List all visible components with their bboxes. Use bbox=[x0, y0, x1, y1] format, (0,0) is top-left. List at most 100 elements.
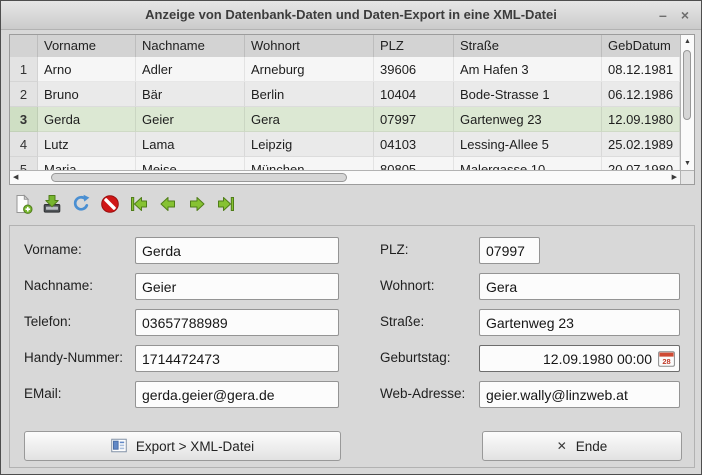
scroll-up-icon[interactable]: ▲ bbox=[681, 35, 694, 48]
webadresse-label: Web-Adresse: bbox=[380, 381, 465, 407]
new-record-button[interactable] bbox=[13, 192, 33, 216]
email-input[interactable] bbox=[135, 381, 339, 408]
refresh-button[interactable] bbox=[71, 192, 91, 216]
column-header-wohnort[interactable]: Wohnort bbox=[245, 35, 374, 57]
cell-strasse: Lessing-Allee 5 bbox=[454, 132, 602, 157]
ende-button[interactable]: ✕ Ende bbox=[482, 431, 682, 461]
scroll-left-icon[interactable]: ◀ bbox=[13, 171, 18, 184]
handy-input[interactable] bbox=[135, 345, 339, 372]
minimize-button[interactable]: – bbox=[659, 1, 667, 29]
cell-vorname: Gerda bbox=[38, 107, 136, 132]
new-record-icon bbox=[13, 194, 33, 214]
cell-wohnort: Gera bbox=[245, 107, 374, 132]
telefon-input[interactable] bbox=[135, 309, 339, 336]
cell-vorname: Lutz bbox=[38, 132, 136, 157]
wohnort-label: Wohnort: bbox=[380, 273, 435, 299]
ende-button-label: Ende bbox=[576, 439, 608, 454]
export-xml-button[interactable]: Export > XML-Datei bbox=[24, 431, 341, 461]
scroll-down-icon[interactable]: ▼ bbox=[681, 157, 694, 170]
calendar-day-number: 28 bbox=[662, 356, 670, 365]
plz-input[interactable] bbox=[479, 237, 540, 264]
vorname-input[interactable] bbox=[135, 237, 339, 264]
vorname-label: Vorname: bbox=[24, 237, 82, 263]
cell-gebdatum: 25.02.1989 bbox=[602, 132, 680, 157]
handy-label: Handy-Nummer: bbox=[24, 345, 123, 371]
cell-nachname: Bär bbox=[136, 82, 245, 107]
strasse-label: Straße: bbox=[380, 309, 424, 335]
table-body: 1 Arno Adler Arneburg 39606 Am Hafen 3 0… bbox=[10, 57, 680, 184]
wohnort-input[interactable] bbox=[479, 273, 680, 300]
table-row[interactable]: 4 Lutz Lama Leipzig 04103 Lessing-Allee … bbox=[10, 132, 680, 157]
cell-wohnort: Berlin bbox=[245, 82, 374, 107]
last-record-button[interactable] bbox=[216, 192, 236, 216]
app-window: Anzeige von Datenbank-Daten und Daten-Ex… bbox=[0, 0, 702, 475]
column-header-rownum[interactable] bbox=[10, 35, 38, 57]
cell-nachname: Geier bbox=[136, 107, 245, 132]
cell-plz: 04103 bbox=[374, 132, 454, 157]
column-header-gebdatum[interactable]: GebDatum bbox=[602, 35, 680, 57]
cell-wohnort: Leipzig bbox=[245, 132, 374, 157]
email-label: EMail: bbox=[24, 381, 62, 407]
strasse-input[interactable] bbox=[479, 309, 680, 336]
table-row-selected[interactable]: 3 Gerda Geier Gera 07997 Gartenweg 23 12… bbox=[10, 107, 680, 132]
window-title: Anzeige von Datenbank-Daten und Daten-Ex… bbox=[1, 1, 701, 29]
close-x-icon: ✕ bbox=[557, 439, 567, 453]
cell-plz: 39606 bbox=[374, 57, 454, 82]
row-number: 2 bbox=[10, 82, 38, 107]
plz-label: PLZ: bbox=[380, 237, 409, 263]
row-number: 3 bbox=[10, 107, 38, 132]
geburtstag-input[interactable]: 12.09.1980 00:00 28 bbox=[479, 345, 680, 372]
telefon-label: Telefon: bbox=[24, 309, 71, 335]
cell-strasse: Bode-Strasse 1 bbox=[454, 82, 602, 107]
next-record-button[interactable] bbox=[187, 192, 207, 216]
column-header-plz[interactable]: PLZ bbox=[374, 35, 454, 57]
calendar-icon[interactable]: 28 bbox=[658, 351, 675, 367]
previous-record-button[interactable] bbox=[158, 192, 178, 216]
geburtstag-value: 12.09.1980 00:00 bbox=[543, 351, 652, 367]
toolbar bbox=[9, 189, 236, 219]
geburtstag-label: Geburtstag: bbox=[380, 345, 451, 371]
column-header-strasse[interactable]: Straße bbox=[454, 35, 602, 57]
cell-plz: 10404 bbox=[374, 82, 454, 107]
cell-strasse: Am Hafen 3 bbox=[454, 57, 602, 82]
last-record-icon bbox=[216, 194, 236, 214]
column-header-vorname[interactable]: Vorname bbox=[38, 35, 136, 57]
export-button-label: Export > XML-Datei bbox=[136, 439, 254, 454]
cell-nachname: Adler bbox=[136, 57, 245, 82]
vertical-scrollbar[interactable]: ▲ ▼ bbox=[680, 35, 694, 170]
scrollbar-corner bbox=[680, 170, 694, 184]
webadresse-input[interactable] bbox=[479, 381, 680, 408]
cell-gebdatum: 06.12.1986 bbox=[602, 82, 680, 107]
cell-vorname: Arno bbox=[38, 57, 136, 82]
export-icon bbox=[111, 438, 127, 454]
cell-wohnort: Arneburg bbox=[245, 57, 374, 82]
row-number: 4 bbox=[10, 132, 38, 157]
save-icon bbox=[42, 194, 62, 214]
form-panel: Vorname: Nachname: Telefon: Handy-Nummer… bbox=[9, 225, 695, 468]
scroll-right-icon[interactable]: ▶ bbox=[672, 171, 677, 184]
window-controls: – × bbox=[659, 1, 689, 29]
first-record-icon bbox=[129, 194, 149, 214]
horizontal-scrollbar-thumb[interactable] bbox=[51, 173, 347, 182]
save-record-button[interactable] bbox=[42, 192, 62, 216]
cancel-button[interactable] bbox=[100, 192, 120, 216]
titlebar[interactable]: Anzeige von Datenbank-Daten und Daten-Ex… bbox=[1, 1, 701, 30]
data-table: Vorname Nachname Wohnort PLZ Straße GebD… bbox=[9, 34, 695, 185]
refresh-icon bbox=[71, 194, 91, 214]
table-row[interactable]: 1 Arno Adler Arneburg 39606 Am Hafen 3 0… bbox=[10, 57, 680, 82]
column-header-nachname[interactable]: Nachname bbox=[136, 35, 245, 57]
cell-strasse: Gartenweg 23 bbox=[454, 107, 602, 132]
cell-plz: 07997 bbox=[374, 107, 454, 132]
cell-nachname: Lama bbox=[136, 132, 245, 157]
previous-record-icon bbox=[158, 194, 178, 214]
vertical-scrollbar-thumb[interactable] bbox=[683, 50, 691, 120]
horizontal-scrollbar[interactable]: ◀ ▶ bbox=[10, 170, 680, 184]
next-record-icon bbox=[187, 194, 207, 214]
cell-gebdatum: 12.09.1980 bbox=[602, 107, 680, 132]
first-record-button[interactable] bbox=[129, 192, 149, 216]
cell-vorname: Bruno bbox=[38, 82, 136, 107]
close-button[interactable]: × bbox=[681, 1, 689, 29]
nachname-input[interactable] bbox=[135, 273, 339, 300]
table-row[interactable]: 2 Bruno Bär Berlin 10404 Bode-Strasse 1 … bbox=[10, 82, 680, 107]
cancel-icon bbox=[100, 194, 120, 214]
